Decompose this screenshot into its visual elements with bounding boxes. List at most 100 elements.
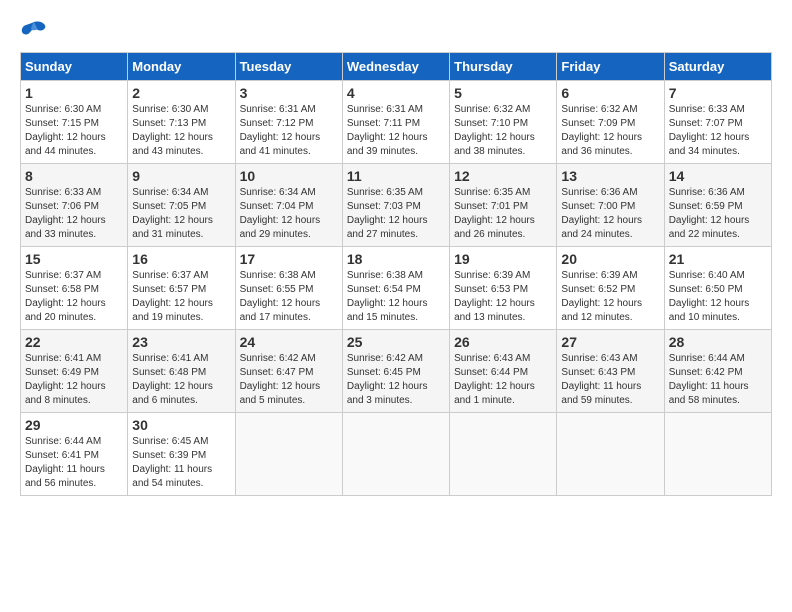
calendar-cell: 18 Sunrise: 6:38 AM Sunset: 6:54 PM Dayl…	[342, 247, 449, 330]
day-number: 28	[669, 334, 767, 350]
day-info: Sunrise: 6:33 AM Sunset: 7:06 PM Dayligh…	[25, 186, 123, 242]
day-number: 30	[132, 417, 230, 433]
day-header-saturday: Saturday	[664, 53, 771, 81]
calendar-cell: 22 Sunrise: 6:41 AM Sunset: 6:49 PM Dayl…	[21, 330, 128, 413]
day-number: 2	[132, 85, 230, 101]
day-info: Sunrise: 6:32 AM Sunset: 7:10 PM Dayligh…	[454, 103, 552, 159]
day-number: 5	[454, 85, 552, 101]
day-number: 6	[561, 85, 659, 101]
calendar-cell: 23 Sunrise: 6:41 AM Sunset: 6:48 PM Dayl…	[128, 330, 235, 413]
day-number: 1	[25, 85, 123, 101]
day-info: Sunrise: 6:41 AM Sunset: 6:48 PM Dayligh…	[132, 352, 230, 408]
day-info: Sunrise: 6:44 AM Sunset: 6:42 PM Dayligh…	[669, 352, 767, 408]
calendar-cell: 21 Sunrise: 6:40 AM Sunset: 6:50 PM Dayl…	[664, 247, 771, 330]
calendar-cell: 5 Sunrise: 6:32 AM Sunset: 7:10 PM Dayli…	[450, 81, 557, 164]
calendar-cell: 4 Sunrise: 6:31 AM Sunset: 7:11 PM Dayli…	[342, 81, 449, 164]
day-info: Sunrise: 6:30 AM Sunset: 7:13 PM Dayligh…	[132, 103, 230, 159]
day-header-thursday: Thursday	[450, 53, 557, 81]
calendar-cell: 1 Sunrise: 6:30 AM Sunset: 7:15 PM Dayli…	[21, 81, 128, 164]
day-number: 12	[454, 168, 552, 184]
calendar-cell: 14 Sunrise: 6:36 AM Sunset: 6:59 PM Dayl…	[664, 164, 771, 247]
day-info: Sunrise: 6:36 AM Sunset: 7:00 PM Dayligh…	[561, 186, 659, 242]
day-info: Sunrise: 6:31 AM Sunset: 7:12 PM Dayligh…	[240, 103, 338, 159]
day-info: Sunrise: 6:35 AM Sunset: 7:01 PM Dayligh…	[454, 186, 552, 242]
day-number: 18	[347, 251, 445, 267]
day-number: 16	[132, 251, 230, 267]
day-number: 26	[454, 334, 552, 350]
day-info: Sunrise: 6:38 AM Sunset: 6:54 PM Dayligh…	[347, 269, 445, 325]
day-number: 15	[25, 251, 123, 267]
header	[20, 20, 772, 42]
day-info: Sunrise: 6:30 AM Sunset: 7:15 PM Dayligh…	[25, 103, 123, 159]
day-info: Sunrise: 6:42 AM Sunset: 6:47 PM Dayligh…	[240, 352, 338, 408]
day-info: Sunrise: 6:34 AM Sunset: 7:04 PM Dayligh…	[240, 186, 338, 242]
calendar-cell	[450, 413, 557, 496]
day-number: 17	[240, 251, 338, 267]
calendar-cell: 6 Sunrise: 6:32 AM Sunset: 7:09 PM Dayli…	[557, 81, 664, 164]
day-number: 13	[561, 168, 659, 184]
day-number: 22	[25, 334, 123, 350]
day-info: Sunrise: 6:41 AM Sunset: 6:49 PM Dayligh…	[25, 352, 123, 408]
day-number: 21	[669, 251, 767, 267]
calendar-cell	[557, 413, 664, 496]
day-info: Sunrise: 6:35 AM Sunset: 7:03 PM Dayligh…	[347, 186, 445, 242]
day-number: 27	[561, 334, 659, 350]
day-number: 29	[25, 417, 123, 433]
day-info: Sunrise: 6:34 AM Sunset: 7:05 PM Dayligh…	[132, 186, 230, 242]
day-number: 24	[240, 334, 338, 350]
day-number: 19	[454, 251, 552, 267]
calendar-table: SundayMondayTuesdayWednesdayThursdayFrid…	[20, 52, 772, 496]
day-info: Sunrise: 6:38 AM Sunset: 6:55 PM Dayligh…	[240, 269, 338, 325]
calendar-cell: 20 Sunrise: 6:39 AM Sunset: 6:52 PM Dayl…	[557, 247, 664, 330]
day-info: Sunrise: 6:37 AM Sunset: 6:58 PM Dayligh…	[25, 269, 123, 325]
calendar-cell: 25 Sunrise: 6:42 AM Sunset: 6:45 PM Dayl…	[342, 330, 449, 413]
day-number: 3	[240, 85, 338, 101]
day-number: 4	[347, 85, 445, 101]
logo	[20, 20, 52, 42]
day-header-wednesday: Wednesday	[342, 53, 449, 81]
calendar-cell: 3 Sunrise: 6:31 AM Sunset: 7:12 PM Dayli…	[235, 81, 342, 164]
calendar-cell: 24 Sunrise: 6:42 AM Sunset: 6:47 PM Dayl…	[235, 330, 342, 413]
calendar-cell: 2 Sunrise: 6:30 AM Sunset: 7:13 PM Dayli…	[128, 81, 235, 164]
day-info: Sunrise: 6:37 AM Sunset: 6:57 PM Dayligh…	[132, 269, 230, 325]
day-number: 20	[561, 251, 659, 267]
day-info: Sunrise: 6:33 AM Sunset: 7:07 PM Dayligh…	[669, 103, 767, 159]
day-info: Sunrise: 6:36 AM Sunset: 6:59 PM Dayligh…	[669, 186, 767, 242]
calendar-cell: 8 Sunrise: 6:33 AM Sunset: 7:06 PM Dayli…	[21, 164, 128, 247]
day-info: Sunrise: 6:31 AM Sunset: 7:11 PM Dayligh…	[347, 103, 445, 159]
day-number: 10	[240, 168, 338, 184]
calendar-cell: 13 Sunrise: 6:36 AM Sunset: 7:00 PM Dayl…	[557, 164, 664, 247]
calendar-cell: 7 Sunrise: 6:33 AM Sunset: 7:07 PM Dayli…	[664, 81, 771, 164]
calendar-cell: 11 Sunrise: 6:35 AM Sunset: 7:03 PM Dayl…	[342, 164, 449, 247]
calendar-cell: 26 Sunrise: 6:43 AM Sunset: 6:44 PM Dayl…	[450, 330, 557, 413]
day-header-sunday: Sunday	[21, 53, 128, 81]
day-header-friday: Friday	[557, 53, 664, 81]
calendar-cell: 29 Sunrise: 6:44 AM Sunset: 6:41 PM Dayl…	[21, 413, 128, 496]
calendar-cell: 16 Sunrise: 6:37 AM Sunset: 6:57 PM Dayl…	[128, 247, 235, 330]
logo-bird-icon	[20, 20, 48, 42]
day-info: Sunrise: 6:39 AM Sunset: 6:52 PM Dayligh…	[561, 269, 659, 325]
day-number: 8	[25, 168, 123, 184]
day-header-tuesday: Tuesday	[235, 53, 342, 81]
day-info: Sunrise: 6:32 AM Sunset: 7:09 PM Dayligh…	[561, 103, 659, 159]
day-number: 23	[132, 334, 230, 350]
calendar-cell: 17 Sunrise: 6:38 AM Sunset: 6:55 PM Dayl…	[235, 247, 342, 330]
day-header-monday: Monday	[128, 53, 235, 81]
calendar-cell: 27 Sunrise: 6:43 AM Sunset: 6:43 PM Dayl…	[557, 330, 664, 413]
calendar-cell	[235, 413, 342, 496]
calendar-cell: 12 Sunrise: 6:35 AM Sunset: 7:01 PM Dayl…	[450, 164, 557, 247]
day-info: Sunrise: 6:43 AM Sunset: 6:44 PM Dayligh…	[454, 352, 552, 408]
day-number: 9	[132, 168, 230, 184]
calendar-cell: 19 Sunrise: 6:39 AM Sunset: 6:53 PM Dayl…	[450, 247, 557, 330]
day-number: 25	[347, 334, 445, 350]
calendar-cell: 28 Sunrise: 6:44 AM Sunset: 6:42 PM Dayl…	[664, 330, 771, 413]
day-info: Sunrise: 6:44 AM Sunset: 6:41 PM Dayligh…	[25, 435, 123, 491]
calendar-cell	[342, 413, 449, 496]
day-number: 14	[669, 168, 767, 184]
calendar-cell	[664, 413, 771, 496]
day-info: Sunrise: 6:43 AM Sunset: 6:43 PM Dayligh…	[561, 352, 659, 408]
day-info: Sunrise: 6:42 AM Sunset: 6:45 PM Dayligh…	[347, 352, 445, 408]
day-info: Sunrise: 6:45 AM Sunset: 6:39 PM Dayligh…	[132, 435, 230, 491]
calendar-cell: 15 Sunrise: 6:37 AM Sunset: 6:58 PM Dayl…	[21, 247, 128, 330]
calendar-cell: 10 Sunrise: 6:34 AM Sunset: 7:04 PM Dayl…	[235, 164, 342, 247]
